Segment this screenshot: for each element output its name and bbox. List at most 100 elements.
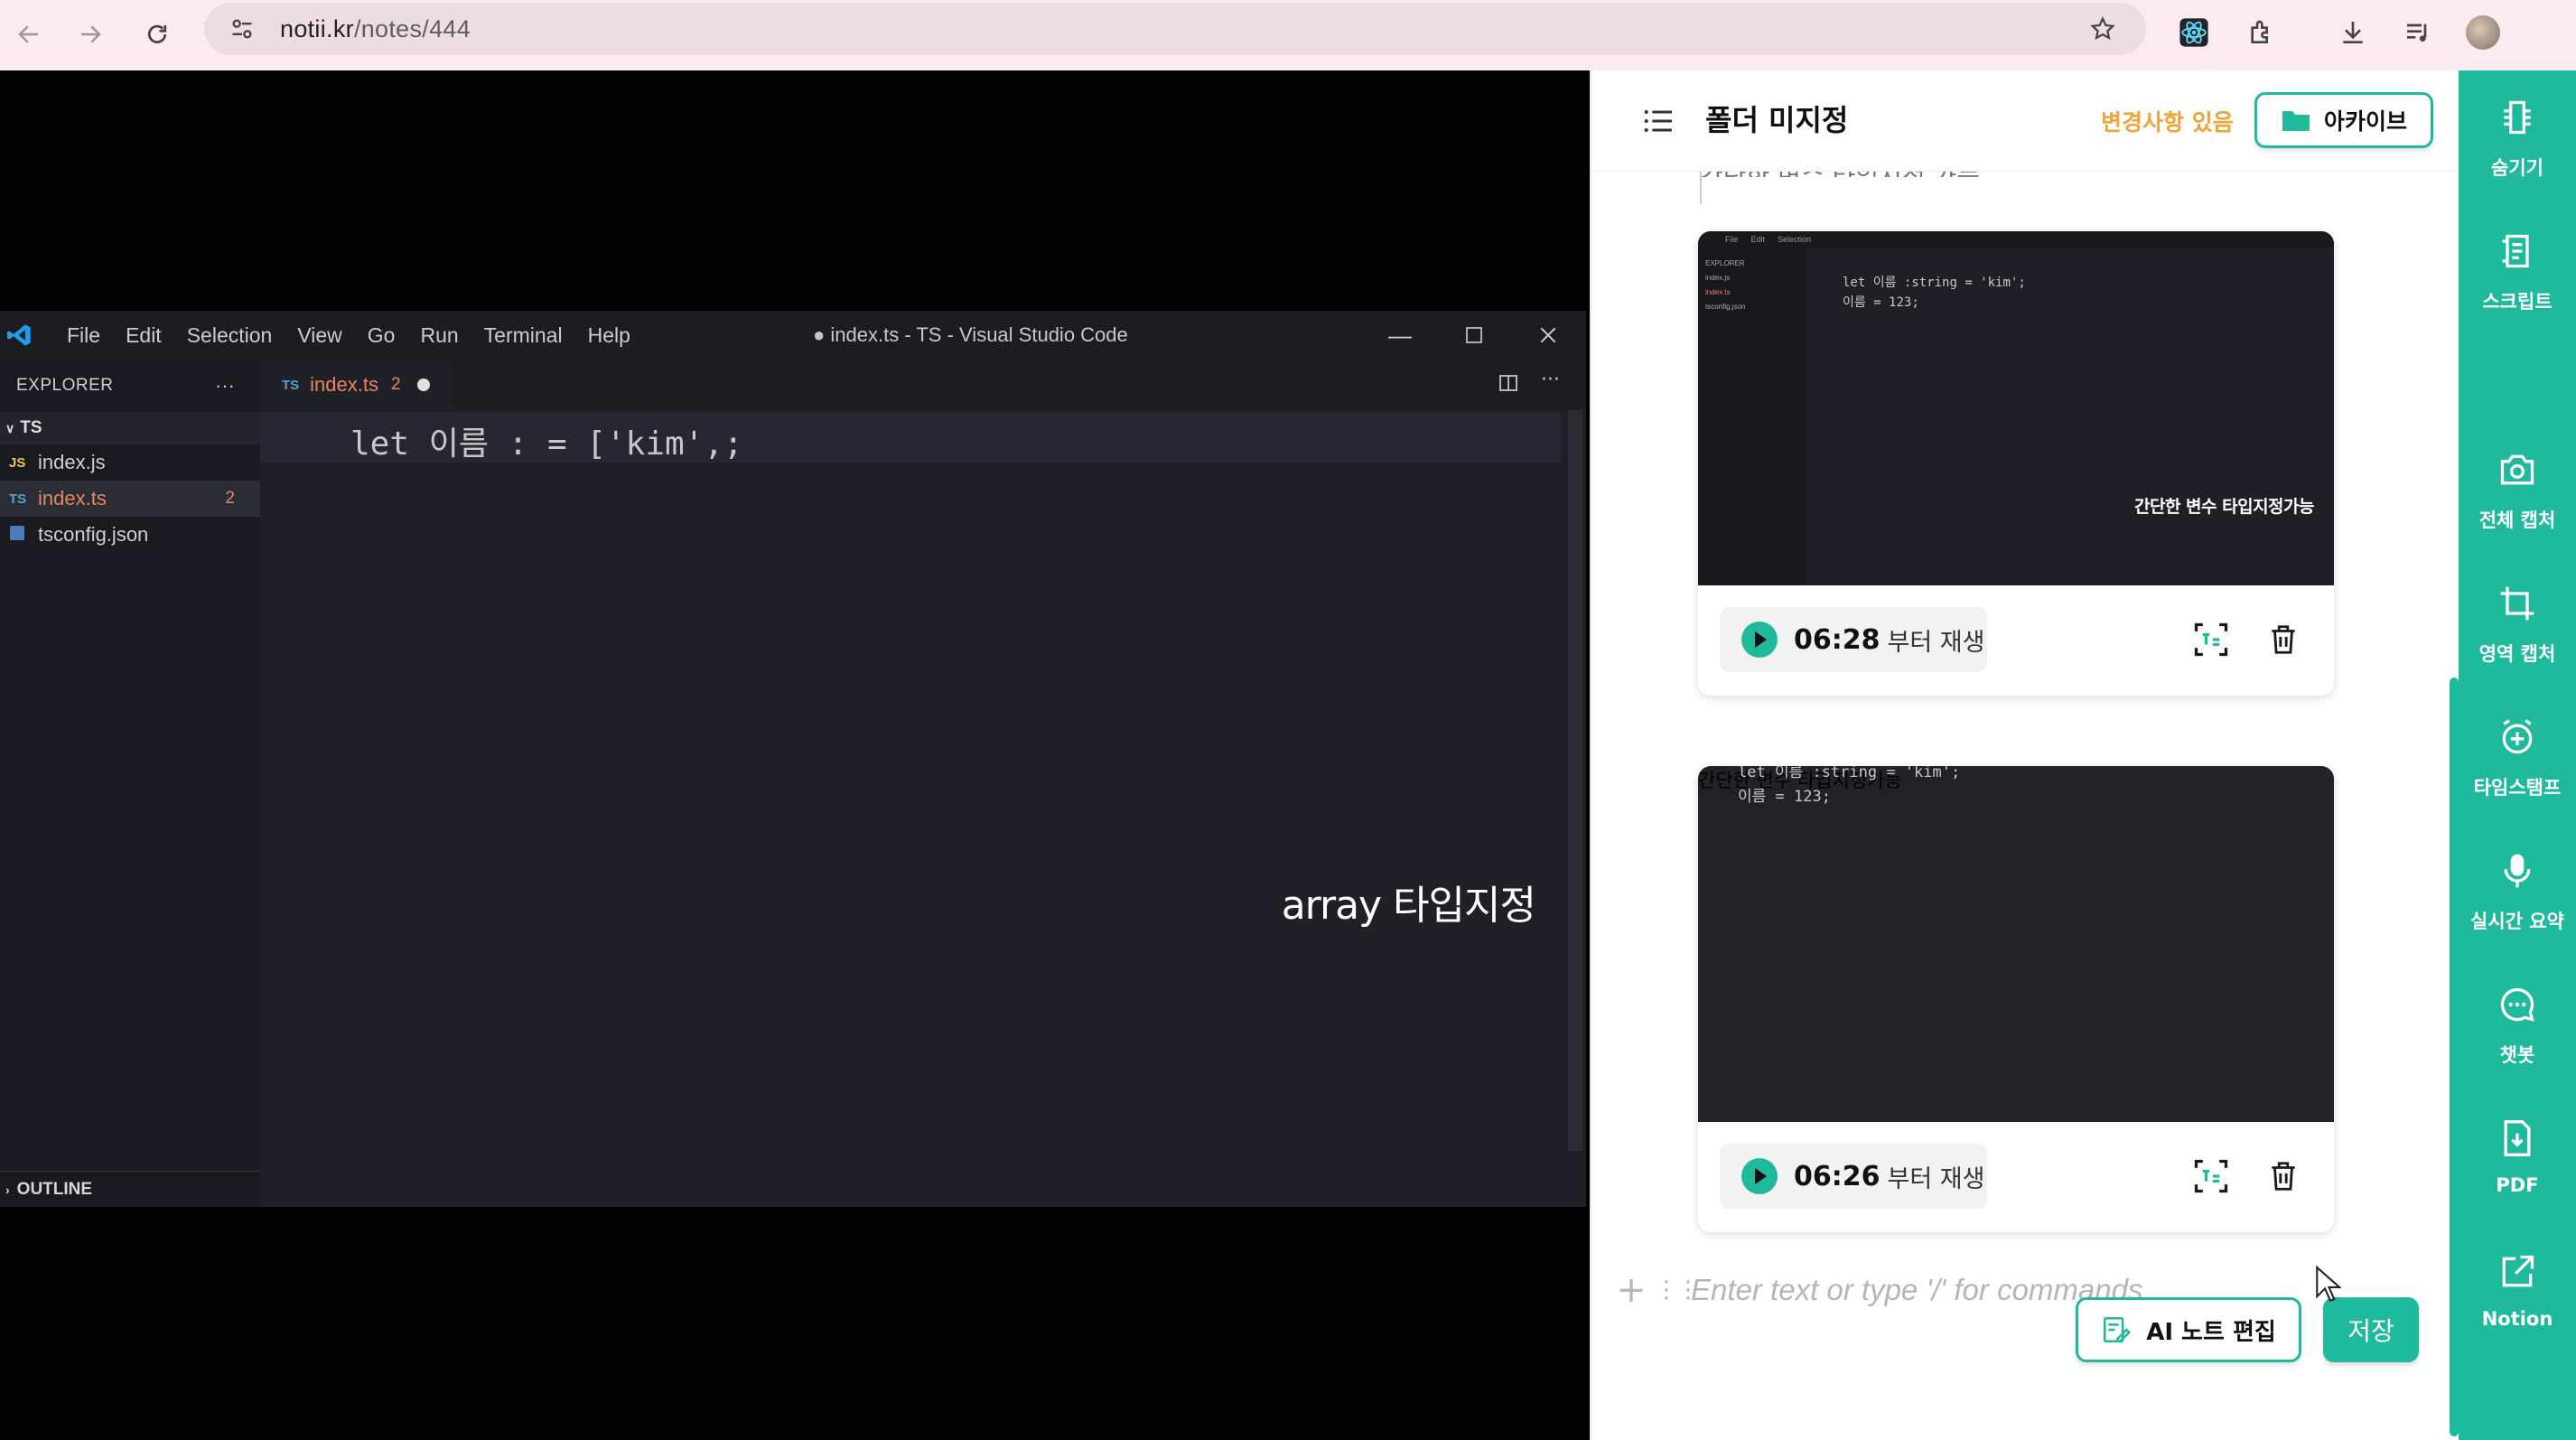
forward-button[interactable] — [65, 9, 116, 60]
mini-file: index.ts — [1705, 288, 1731, 296]
folder-label: TS — [20, 418, 42, 437]
vscode-window-title: ● index.ts - TS - Visual Studio Code — [813, 323, 1128, 346]
maximize-icon[interactable] — [1438, 311, 1510, 360]
ai-note-edit-button[interactable]: AI 노트 편집 — [2076, 1297, 2301, 1362]
file-index-js[interactable]: JS index.js — [0, 444, 260, 481]
rail-label: 실시간 요약 — [2470, 911, 2564, 932]
trash-icon[interactable] — [2262, 618, 2305, 661]
rail-notion[interactable]: Notion — [2459, 1225, 2576, 1351]
script-icon — [2494, 228, 2541, 275]
code-editor[interactable]: let 이름 : = ['kim',; — [260, 410, 1586, 1207]
ts-file-icon: TS — [282, 377, 300, 393]
outline-label: OUTLINE — [16, 1179, 93, 1199]
rail-label: 영역 캡처 — [2478, 643, 2556, 665]
menu-view[interactable]: View — [285, 323, 354, 348]
tab-index-ts[interactable]: TS index.ts 2 — [260, 360, 452, 410]
archive-button[interactable]: 아카이브 — [2254, 92, 2433, 148]
play-from-button[interactable]: 06:28 부터 재생 — [1720, 607, 1987, 672]
url-text: notii.kr/notes/444 — [280, 15, 471, 43]
capture-image[interactable]: let 이름 :string = 'kim'; 이름 = 123; 간단한 변수 … — [1698, 766, 2334, 1122]
play-time: 06:28 — [1794, 623, 1881, 656]
list-menu-icon[interactable] — [1640, 103, 1676, 139]
address-bar[interactable]: notii.kr/notes/444 — [204, 3, 2146, 55]
js-file-icon: JS — [9, 454, 26, 471]
mini-code-line: let 이름 :string = 'kim'; — [1843, 276, 2026, 290]
block-editor-row[interactable]: + ⋮⋮ Enter text or type '/' for commands — [1613, 1263, 2426, 1317]
video-player[interactable]: File Edit Selection View Go Run Terminal… — [0, 70, 1590, 1440]
editor-more-icon[interactable]: ··· — [1541, 369, 1560, 391]
play-icon — [1741, 622, 1778, 658]
mini-file: tsconfig.json — [1705, 303, 1746, 311]
close-window-icon[interactable] — [1512, 311, 1584, 360]
folder-ts[interactable]: ∨ TS — [0, 412, 260, 444]
rail-hide[interactable]: 숨기기 — [2459, 70, 2576, 197]
rail-label: 숨기기 — [2491, 157, 2543, 179]
rail-label: Notion — [2481, 1308, 2553, 1330]
rail-full-capture[interactable]: 전체 캡처 — [2459, 423, 2576, 549]
menu-selection[interactable]: Selection — [174, 323, 285, 348]
react-devtools-icon[interactable] — [2171, 10, 2217, 55]
file-index-ts[interactable]: TS index.ts 2 — [0, 481, 260, 517]
menu-help[interactable]: Help — [575, 323, 643, 348]
menu-terminal[interactable]: Terminal — [471, 323, 575, 348]
folder-name[interactable]: 폴더 미지정 — [1705, 98, 1848, 139]
bookmark-star-icon[interactable] — [2085, 11, 2121, 47]
ts-file-icon: TS — [9, 491, 27, 507]
trash-icon[interactable] — [2262, 1155, 2305, 1198]
mini-explorer-label: EXPLORER — [1705, 259, 1745, 267]
json-file-icon — [9, 525, 38, 545]
reload-button[interactable] — [132, 9, 182, 60]
notion-icon — [2494, 1248, 2541, 1295]
rail-pdf[interactable]: PDF — [2459, 1091, 2576, 1218]
chat-icon — [2494, 981, 2541, 1028]
mini-code-line: 이름 = 123; — [1738, 788, 1831, 806]
menu-edit[interactable]: Edit — [113, 323, 174, 348]
tab-problem-count: 2 — [391, 375, 401, 394]
split-editor-icon[interactable] — [1498, 372, 1519, 399]
quote-rule — [1700, 170, 1702, 204]
rail-timestamp[interactable]: 타임스탬프 — [2459, 690, 2576, 817]
site-settings-icon[interactable] — [224, 11, 260, 47]
back-button[interactable] — [4, 9, 54, 60]
note-scrollbar[interactable] — [2450, 172, 2459, 1440]
outline-section[interactable]: › OUTLINE — [0, 1171, 260, 1207]
editor-scrollbar[interactable] — [1568, 410, 1582, 1151]
rail-script[interactable]: 스크립트 — [2459, 204, 2576, 331]
browser-toolbar: notii.kr/notes/444 — [0, 0, 2576, 70]
mini-explorer: EXPLORER index.js index.ts tsconfig.json — [1698, 248, 1806, 585]
archive-label: 아카이브 — [2323, 108, 2407, 135]
minimize-icon[interactable]: — — [1364, 311, 1436, 360]
profile-avatar[interactable] — [2460, 10, 2506, 55]
pdf-icon — [2494, 1115, 2541, 1162]
file-name: index.js — [38, 451, 106, 473]
menu-run[interactable]: Run — [407, 323, 471, 348]
timestamp-icon — [2494, 714, 2541, 761]
vscode-logo-icon — [2, 317, 38, 353]
camera-icon — [2494, 446, 2541, 493]
extensions-icon[interactable] — [2238, 10, 2283, 55]
mini-code-line: let 이름 :string = 'kim'; — [1738, 766, 1961, 781]
hide-icon — [2494, 94, 2541, 141]
menu-file[interactable]: File — [54, 323, 113, 348]
play-from-button[interactable]: 06:26 부터 재생 — [1720, 1144, 1987, 1209]
play-icon — [1741, 1158, 1778, 1194]
play-from-label: 부터 재생 — [1887, 628, 1985, 657]
play-from-label: 부터 재생 — [1887, 1164, 1985, 1193]
more-actions-icon[interactable]: ··· — [215, 374, 235, 397]
rail-area-capture[interactable]: 영역 캡처 — [2459, 556, 2576, 683]
rail-live-summary[interactable]: 실시간 요약 — [2459, 824, 2576, 950]
add-block-icon[interactable]: + — [1613, 1269, 1649, 1311]
drag-handle-icon[interactable]: ⋮⋮ — [1655, 1276, 1700, 1304]
scroll-thumb[interactable] — [2450, 678, 2459, 1436]
menu-go[interactable]: Go — [355, 323, 408, 348]
command-input[interactable]: Enter text or type '/' for commands — [1691, 1273, 2142, 1307]
text-extract-icon[interactable] — [2189, 618, 2233, 661]
editor-tabbar: TS index.ts 2 ··· — [260, 360, 1586, 410]
capture-card: File Edit Selection EXPLORER index.js inde… — [1698, 231, 2334, 696]
media-control-icon[interactable] — [2395, 10, 2441, 55]
file-tsconfig[interactable]: tsconfig.json — [0, 517, 260, 553]
rail-chatbot[interactable]: 챗봇 — [2459, 958, 2576, 1084]
text-extract-icon[interactable] — [2189, 1155, 2233, 1198]
download-icon[interactable] — [2330, 10, 2375, 55]
capture-image[interactable]: File Edit Selection EXPLORER index.js inde… — [1698, 231, 2334, 585]
